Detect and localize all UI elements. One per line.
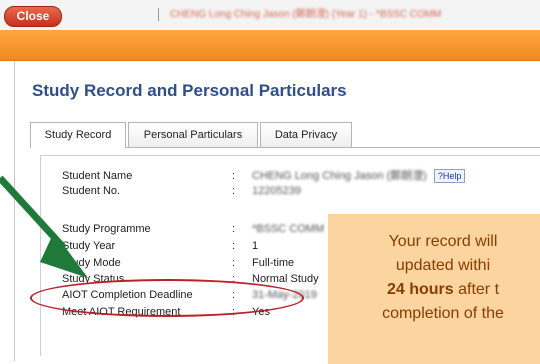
callout-line-3-rest: after t — [453, 281, 500, 298]
callout-line-2: updated withi — [395, 257, 491, 274]
callout-line-4: completion of the — [382, 305, 504, 322]
tab-study-record[interactable]: Study Record — [30, 122, 126, 148]
callout-line-1: Your record will — [388, 233, 498, 250]
callout-line-3: 24 hours after t — [328, 280, 540, 300]
info-callout: Your record will updated withi 24 hours … — [328, 214, 540, 364]
callout-emphasis: 24 hours — [386, 281, 454, 298]
